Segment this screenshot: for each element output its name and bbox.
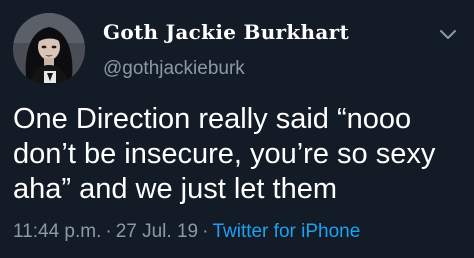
tweet-text-line: One Direction really said “nooo bbox=[13, 103, 412, 135]
chevron-down-icon[interactable] bbox=[436, 22, 460, 46]
meta-separator: · bbox=[202, 221, 209, 242]
avatar-image bbox=[13, 13, 85, 85]
tweet-text-line: don’t be insecure, you’re so sexy bbox=[13, 138, 436, 170]
tweet-text: One Direction really said “nooo don’t be… bbox=[13, 102, 463, 207]
author-display-name[interactable]: Goth Jackie Burkhart bbox=[103, 20, 349, 44]
tweet-meta: 11:44 p.m. · 27 Jul. 19 · Twitter for iPhone bbox=[13, 221, 360, 243]
tweet-card: Goth Jackie Burkhart @gothjackieburk One… bbox=[0, 0, 474, 258]
tweet-time[interactable]: 11:44 p.m. bbox=[13, 221, 101, 242]
author-handle[interactable]: @gothjackieburk bbox=[103, 58, 245, 80]
tweet-date[interactable]: 27 Jul. 19 bbox=[116, 221, 198, 242]
avatar[interactable] bbox=[13, 13, 85, 85]
meta-separator: · bbox=[105, 221, 112, 242]
tweet-text-line: aha” and we just let them bbox=[13, 173, 338, 205]
tweet-source-link[interactable]: Twitter for iPhone bbox=[212, 221, 360, 242]
